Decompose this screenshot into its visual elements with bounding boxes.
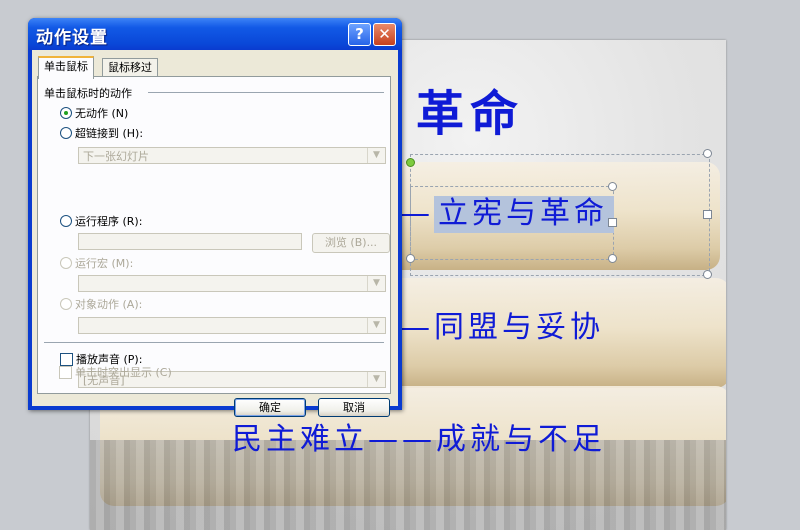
tab-mouse-click[interactable]: 单击鼠标: [38, 56, 94, 79]
radio-run-program-label: 运行程序 (R):: [75, 215, 143, 228]
checkbox-play-sound[interactable]: 播放声音 (P):: [60, 352, 143, 367]
tab-mouse-over[interactable]: 鼠标移过: [102, 58, 158, 77]
slide-title[interactable]: 革命: [416, 74, 524, 144]
browse-button[interactable]: 浏览 (B)...: [312, 233, 390, 253]
radio-no-action[interactable]: 无动作 (N): [60, 107, 128, 121]
chevron-down-icon[interactable]: ▼: [367, 372, 385, 387]
chevron-down-icon[interactable]: ▼: [367, 148, 385, 163]
chevron-down-icon[interactable]: ▼: [367, 318, 385, 333]
object-action-dropdown[interactable]: ▼: [78, 317, 386, 334]
slide-line-2[interactable]: —同盟与妥协: [400, 302, 604, 346]
section-divider: [44, 342, 384, 343]
help-button[interactable]: ?: [348, 23, 371, 46]
radio-hyperlink-label: 超链接到 (H):: [75, 127, 144, 140]
checkbox-highlight-click[interactable]: 单击时突出显示 (C): [59, 365, 172, 380]
run-program-input[interactable]: [78, 233, 302, 250]
radio-run-program[interactable]: 运行程序 (R):: [60, 215, 142, 229]
group-label: 单击鼠标时的动作: [44, 85, 136, 101]
checkbox-icon: [60, 352, 73, 366]
group-divider: [148, 92, 384, 93]
tab-panel: 单击鼠标时的动作 无动作 (N) 超链接到 (H): 下一张幻灯片 ▼ 运行程序…: [37, 76, 391, 394]
dialog-title: 动作设置: [36, 28, 108, 48]
radio-icon: [60, 298, 72, 310]
radio-selected-icon: [60, 107, 72, 119]
radio-no-action-label: 无动作 (N): [75, 107, 129, 120]
resize-handle[interactable]: [703, 210, 712, 219]
rotate-handle[interactable]: [406, 158, 415, 167]
dialog-client: 单击鼠标 鼠标移过 单击鼠标时的动作 无动作 (N) 超链接到 (H): 下一张…: [32, 50, 398, 417]
resize-handle[interactable]: [608, 218, 617, 227]
selected-text[interactable]: 立宪与革命: [434, 196, 614, 233]
close-button[interactable]: ✕: [373, 23, 396, 46]
radio-object-action-label: 对象动作 (A):: [75, 298, 143, 311]
macro-dropdown[interactable]: ▼: [78, 275, 386, 292]
radio-hyperlink[interactable]: 超链接到 (H):: [60, 127, 143, 141]
resize-handle[interactable]: [406, 254, 415, 263]
slide-line-3[interactable]: 民主难立——成就与不足: [232, 414, 606, 458]
resize-handle[interactable]: [703, 270, 712, 279]
radio-run-macro[interactable]: 运行宏 (M):: [60, 257, 133, 271]
dialog-titlebar[interactable]: 动作设置 ? ✕: [28, 18, 402, 50]
highlight-click-label: 单击时突出显示 (C): [75, 366, 172, 379]
resize-handle[interactable]: [608, 182, 617, 191]
chevron-down-icon[interactable]: ▼: [367, 276, 385, 291]
action-settings-dialog[interactable]: 动作设置 ? ✕ 单击鼠标 鼠标移过 单击鼠标时的动作 无动作 (N) 超链接到…: [28, 18, 402, 417]
radio-icon: [60, 215, 72, 227]
resize-handle[interactable]: [608, 254, 617, 263]
play-sound-label: 播放声音 (P):: [76, 353, 143, 366]
checkbox-icon: [59, 365, 72, 379]
radio-run-macro-label: 运行宏 (M):: [75, 257, 134, 270]
radio-object-action[interactable]: 对象动作 (A):: [60, 298, 142, 312]
radio-icon: [60, 257, 72, 269]
hyperlink-dropdown[interactable]: 下一张幻灯片 ▼: [78, 147, 386, 164]
ok-button[interactable]: 确定: [234, 398, 306, 417]
radio-icon: [60, 127, 72, 139]
line1-prefix: —: [400, 196, 434, 231]
hyperlink-dropdown-value: 下一张幻灯片: [83, 150, 149, 163]
resize-handle[interactable]: [703, 149, 712, 158]
cancel-button[interactable]: 取消: [318, 398, 390, 417]
slide-line-1[interactable]: — 立宪与革命: [400, 188, 614, 233]
